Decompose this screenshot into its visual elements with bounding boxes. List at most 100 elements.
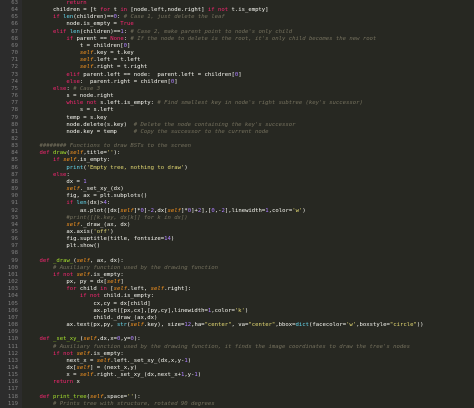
- line-number: 93: [11, 214, 18, 221]
- code-line[interactable]: else: parent.right = children[0]: [26, 79, 474, 86]
- code-line[interactable]: ax.text(px,py, str(self.key), size=12,ha…: [26, 322, 474, 329]
- code-line[interactable]: fig, ax = plt.subplots(): [26, 193, 474, 200]
- line-number: 100: [7, 264, 18, 271]
- code-line[interactable]: if not self.is_empty:: [26, 272, 474, 279]
- line-number: 97: [11, 243, 18, 250]
- code-line[interactable]: children = [t for t in [node.left,node.r…: [26, 7, 474, 14]
- code-line[interactable]: print('Empty tree, nothing to draw'): [26, 165, 474, 172]
- code-line[interactable]: child._draw_(ax,dx): [26, 315, 474, 322]
- code-line[interactable]: ######## Functions to draw BSTs to the s…: [26, 143, 474, 150]
- code-line[interactable]: return x: [26, 379, 474, 386]
- code-line[interactable]: #print([[k.key, dx[k]] for k in dx]): [26, 215, 474, 222]
- line-number: 94: [11, 221, 18, 228]
- code-line[interactable]: return: [26, 0, 474, 7]
- line-number: 81: [11, 128, 18, 135]
- code-line[interactable]: for child in [self.left, self.right]:: [26, 286, 474, 293]
- line-number: 95: [11, 229, 18, 235]
- code-line[interactable]: dx[self] = (next_x,y): [26, 365, 474, 372]
- line-number: 116: [7, 379, 18, 386]
- line-number: 114: [7, 364, 18, 371]
- code-line[interactable]: dx = 1: [26, 179, 474, 186]
- line-number: 101: [7, 271, 18, 278]
- code-area[interactable]: return children = [t for t in [node.left…: [22, 0, 474, 408]
- line-number: 87: [11, 171, 18, 178]
- code-line[interactable]: if not child.is_empty:: [26, 293, 474, 300]
- line-number: 109: [7, 329, 18, 336]
- line-number: 90: [11, 193, 18, 200]
- code-line[interactable]: self._draw_(ax, dx): [26, 222, 474, 229]
- code-line[interactable]: if len(dx)>4:: [26, 200, 474, 207]
- line-number: 71: [11, 57, 18, 64]
- line-number: 108: [7, 322, 18, 329]
- line-number: 66: [11, 21, 18, 28]
- line-number: 98: [11, 250, 18, 257]
- code-line[interactable]: node.delete(s.key) # Delete the node con…: [26, 122, 474, 129]
- line-number: 118: [7, 393, 18, 400]
- line-number: 63: [11, 0, 18, 6]
- code-line[interactable]: # Auxiliary function used by the drawing…: [26, 344, 474, 351]
- line-number: 67: [11, 28, 18, 35]
- code-line[interactable]: ax.plot([px,cx],[py,cy],linewidth=1,colo…: [26, 308, 474, 315]
- code-line[interactable]: [26, 250, 474, 257]
- line-number: 84: [11, 150, 18, 157]
- line-number: 72: [11, 64, 18, 71]
- code-line[interactable]: cx,cy = dx[child]: [26, 301, 474, 308]
- code-line[interactable]: node.key = temp # Copy the successor to …: [26, 129, 474, 136]
- line-number: 107: [7, 314, 18, 321]
- code-line[interactable]: self._set_xy_(dx): [26, 186, 474, 193]
- code-line[interactable]: # Auxiliary function used by the drawing…: [26, 265, 474, 272]
- line-number: 78: [11, 107, 18, 114]
- line-number: 65: [11, 14, 18, 21]
- code-line[interactable]: next_x = self.left._set_xy_(dx,x,y-1): [26, 358, 474, 365]
- code-line[interactable]: ax.plot([dx[self]*0]-2,dx[self]*0]+2],[0…: [26, 208, 474, 215]
- code-line[interactable]: s = node.right: [26, 93, 474, 100]
- line-number: 82: [11, 135, 18, 142]
- code-line[interactable]: while not s.left.is_empty: # Find smalle…: [26, 100, 474, 107]
- code-line[interactable]: ax.axis('off'): [26, 229, 474, 236]
- code-line[interactable]: if len(children)==0: # Case 1, just dele…: [26, 14, 474, 21]
- line-number: 111: [7, 343, 18, 350]
- code-line[interactable]: x = self.right._set_xy_(dx,next_x+1,y-1): [26, 372, 474, 379]
- code-line[interactable]: def print_tree(self,space=''):: [26, 394, 474, 401]
- code-line[interactable]: self.right = t.right: [26, 64, 474, 71]
- line-number: 83: [11, 143, 18, 150]
- line-number: 91: [11, 200, 18, 207]
- code-editor[interactable]: 63 64 65 66 67 68 69 70 71 72 73 74 75 76 77 78 79 80 81 82…: [0, 0, 474, 408]
- line-number: 69: [11, 42, 18, 49]
- code-line[interactable]: px, py = dx[self]: [26, 279, 474, 286]
- code-line[interactable]: if parent == None: # If the node to dele…: [26, 36, 474, 43]
- code-line[interactable]: [26, 136, 474, 143]
- line-number: 92: [11, 207, 18, 214]
- code-line[interactable]: t = children[0]: [26, 43, 474, 50]
- code-line[interactable]: def draw(self,title=''):: [26, 150, 474, 157]
- line-number: 73: [11, 71, 18, 78]
- code-line[interactable]: self.key = t.key: [26, 50, 474, 57]
- line-number: 80: [11, 121, 18, 128]
- line-number: 96: [11, 236, 18, 243]
- line-number: 76: [11, 93, 18, 100]
- line-number: 117: [7, 386, 18, 393]
- code-line[interactable]: # Prints tree with structure, rotated 90…: [26, 401, 474, 408]
- code-line[interactable]: self.left = t.left: [26, 57, 474, 64]
- code-line[interactable]: plt.show(): [26, 243, 474, 250]
- code-line[interactable]: elif len(children)==1: # Case 2, make pa…: [26, 29, 474, 36]
- code-line[interactable]: def _draw_(self, ax, dx):: [26, 258, 474, 265]
- code-line[interactable]: if not self.is_empty:: [26, 351, 474, 358]
- line-number: 74: [11, 78, 18, 85]
- line-number: 70: [11, 50, 18, 57]
- line-number: 77: [11, 100, 18, 107]
- code-line[interactable]: fig.suptitle(title, fontsize=14): [26, 236, 474, 243]
- code-line[interactable]: else: # Case 3: [26, 86, 474, 93]
- line-number-gutter: 63 64 65 66 67 68 69 70 71 72 73 74 75 76 77 78 79 80 81 82…: [0, 0, 22, 408]
- line-number: 110: [7, 336, 18, 343]
- code-line[interactable]: elif parent.left == node: parent.left = …: [26, 72, 474, 79]
- code-line[interactable]: [26, 329, 474, 336]
- code-line[interactable]: temp = s.key: [26, 115, 474, 122]
- code-line[interactable]: [26, 386, 474, 393]
- code-line[interactable]: if self.is_empty:: [26, 157, 474, 164]
- code-line[interactable]: s = s.left: [26, 107, 474, 114]
- code-line[interactable]: else:: [26, 172, 474, 179]
- line-number: 85: [11, 157, 18, 164]
- code-line[interactable]: node.is_empty = True: [26, 21, 474, 28]
- code-line[interactable]: def _set_xy_(self,dx,x=0,y=0):: [26, 336, 474, 343]
